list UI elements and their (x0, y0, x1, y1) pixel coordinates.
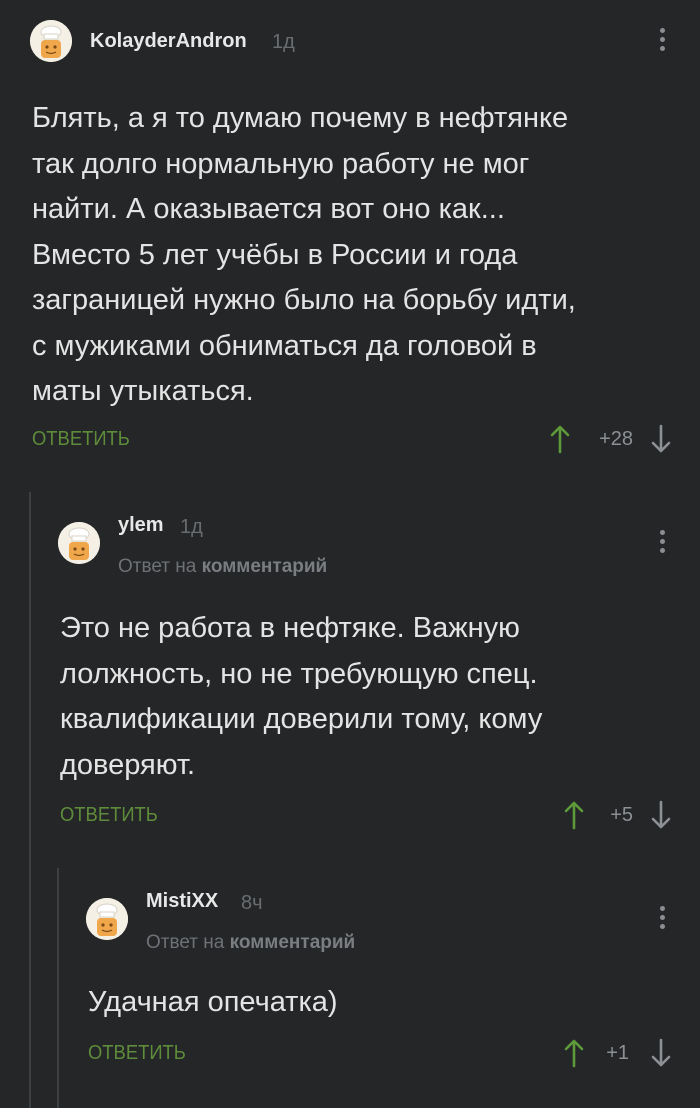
thread-line-level-2 (57, 868, 59, 1108)
kebab-menu-icon[interactable] (650, 530, 674, 560)
avatar-icon[interactable] (58, 522, 100, 564)
arrow-up-icon[interactable] (563, 800, 585, 830)
arrow-up-icon[interactable] (549, 424, 571, 454)
avatar-icon[interactable] (86, 898, 128, 940)
avatar-icon[interactable] (30, 20, 72, 62)
reply-to-prefix: Ответ на (146, 932, 225, 953)
reply-to-note: Ответ на комментарий (118, 556, 327, 578)
arrow-up-icon[interactable] (563, 1038, 585, 1068)
rating-value: +28 (599, 428, 633, 450)
username[interactable]: ylem (118, 514, 164, 537)
kebab-menu-icon[interactable] (650, 28, 674, 58)
username[interactable]: KolayderAndron (90, 30, 247, 53)
comment-text: Блять, а я то думаю почему в нефтянке та… (32, 102, 576, 407)
comment-time: 1д (180, 516, 203, 538)
username[interactable]: MistiXX (146, 890, 218, 913)
thread-line-level-1 (29, 492, 31, 1108)
comment-text: Удачная опечатка) (88, 986, 338, 1018)
comment-time: 8ч (241, 892, 263, 914)
kebab-menu-icon[interactable] (650, 906, 674, 936)
comment-time: 1д (272, 31, 295, 53)
reply-button[interactable]: ОТВЕТИТЬ (88, 1042, 186, 1065)
arrow-down-icon[interactable] (650, 1038, 672, 1068)
rating-value: +5 (610, 804, 633, 826)
reply-to-note: Ответ на комментарий (146, 932, 355, 954)
rating-value: +1 (606, 1042, 629, 1064)
reply-button[interactable]: ОТВЕТИТЬ (32, 428, 130, 451)
reply-button[interactable]: ОТВЕТИТЬ (60, 804, 158, 827)
reply-to-link[interactable]: комментарий (202, 556, 328, 577)
reply-to-link[interactable]: комментарий (230, 932, 356, 953)
arrow-down-icon[interactable] (650, 800, 672, 830)
comment-text: Это не работа в нефтяке. Важную лолжност… (60, 612, 543, 781)
arrow-down-icon[interactable] (650, 424, 672, 454)
reply-to-prefix: Ответ на (118, 556, 197, 577)
